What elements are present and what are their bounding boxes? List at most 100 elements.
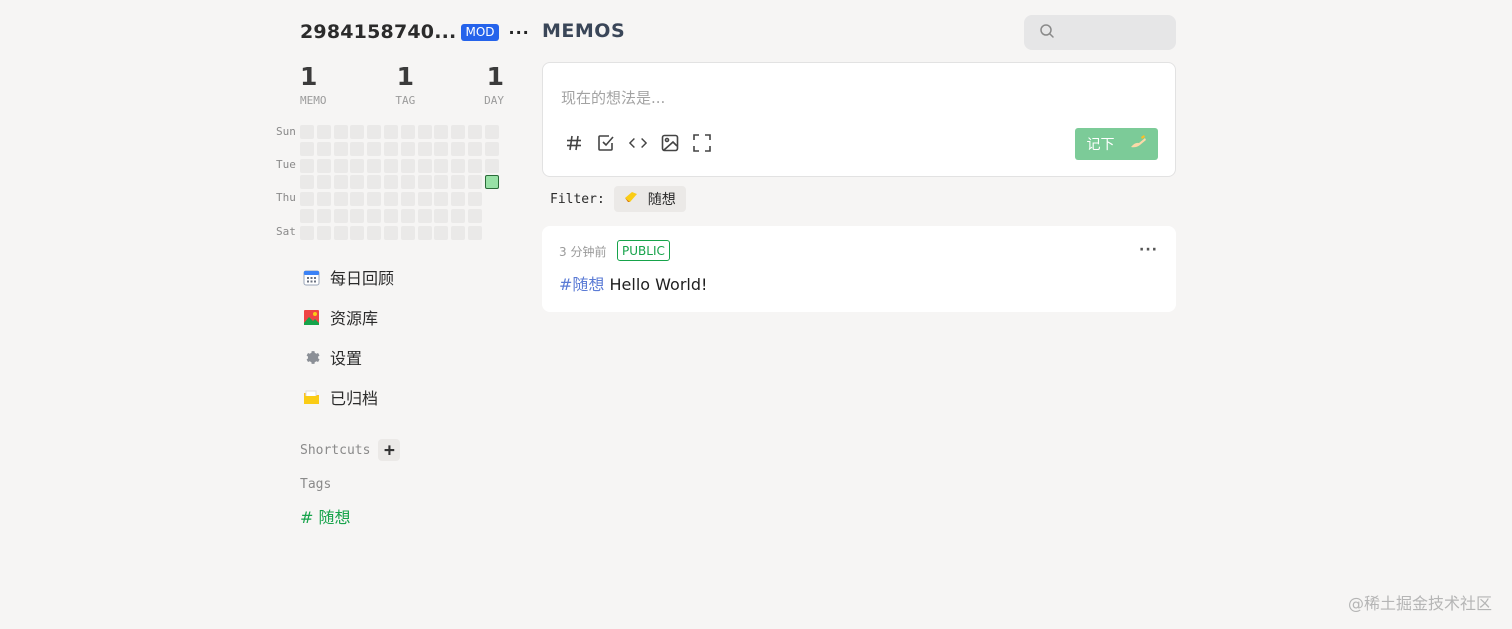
heatmap-cell [316, 141, 331, 156]
stat-value: 1 [396, 62, 415, 91]
heatmap-cell [451, 208, 466, 223]
heatmap-cell [383, 175, 398, 190]
heatmap-cell [485, 209, 499, 223]
heatmap-cell [300, 141, 314, 156]
filter-row: Filter: 随想 [550, 186, 686, 212]
picture-icon [302, 308, 320, 326]
heatmap-cell [367, 125, 382, 139]
heatmap-cell [434, 158, 449, 173]
heatmap-grid [300, 125, 499, 240]
heatmap-cell [400, 192, 415, 207]
heatmap-cell [467, 208, 482, 223]
nav-daily-review[interactable]: 每日回顾 [276, 257, 508, 297]
heatmap-cell [316, 208, 331, 223]
stat-label: MEMO [300, 94, 327, 107]
heatmap-cell [350, 225, 365, 240]
heatmap-cell [417, 208, 432, 223]
watermark: @稀土掘金技术社区 [1347, 594, 1492, 613]
sidebar-nav: 每日回顾 资源库 设置 已归档 [276, 257, 508, 417]
heatmap-cell [333, 125, 348, 139]
heatmap-cell [417, 225, 432, 240]
heatmap-cell [400, 225, 415, 240]
heatmap-cell [467, 192, 482, 207]
heatmap-cell [485, 226, 499, 240]
heatmap-cell [417, 175, 432, 190]
memo-timestamp: 3 分钟前 [559, 245, 607, 259]
search-input[interactable] [1063, 24, 1163, 41]
heatmap-cell [400, 175, 415, 190]
heatmap-cell [300, 192, 314, 207]
heatmap-cell [333, 192, 348, 207]
heatmap-cell [383, 158, 398, 173]
heatmap-cell [300, 158, 314, 173]
heatmap-cell [383, 225, 398, 240]
search-box[interactable] [1024, 15, 1176, 50]
username[interactable]: 2984158740... [300, 21, 456, 43]
heatmap-cell [350, 125, 365, 139]
heatmap-cell [383, 125, 398, 139]
stat-day: 1 DAY [484, 62, 504, 107]
heatmap-cell [434, 208, 449, 223]
checkbox-icon[interactable] [597, 134, 615, 152]
heatmap-cell [316, 158, 331, 173]
heatmap-cell [333, 208, 348, 223]
calendar-icon [302, 268, 320, 286]
filter-label: Filter: [550, 191, 605, 207]
heatmap-cell [383, 192, 398, 207]
nav-label: 设置 [330, 349, 363, 368]
heatmap-cell-active[interactable] [484, 175, 499, 190]
heatmap-cell [350, 158, 365, 173]
fullscreen-icon[interactable] [693, 134, 711, 152]
heatmap-cell [400, 208, 415, 223]
heatmap-cell [400, 141, 415, 156]
activity-heatmap: Sun Tue Thu Sat [276, 125, 508, 243]
nav-resources[interactable]: 资源库 [276, 297, 508, 337]
heatmap-cell [400, 125, 415, 139]
heatmap-cell [417, 125, 432, 139]
code-icon[interactable] [629, 134, 647, 152]
heatmap-cell [400, 158, 415, 173]
memo-editor[interactable]: 现在的想法是... 记下 [542, 62, 1176, 177]
memo-text: Hello World! [604, 275, 708, 294]
editor-input[interactable]: 现在的想法是... [561, 87, 665, 108]
heatmap-cell [434, 125, 449, 139]
stat-value: 1 [300, 62, 318, 91]
heatmap-cell [300, 125, 314, 139]
nav-label: 已归档 [330, 389, 379, 408]
stat-tag: 1 TAG [395, 62, 415, 107]
tag-icon [624, 191, 638, 207]
writing-hand-icon [1129, 134, 1147, 154]
page-title: MEMOS [542, 20, 626, 42]
folder-icon [302, 388, 320, 406]
heatmap-cell [350, 192, 365, 207]
heatmap-day-label: Sun [276, 125, 296, 138]
nav-settings[interactable]: 设置 [276, 337, 508, 377]
heatmap-day-label: Thu [276, 191, 296, 204]
heatmap-cell [333, 225, 348, 240]
heatmap-day-label: Tue [276, 158, 296, 171]
filter-chip[interactable]: 随想 [613, 186, 686, 212]
nav-archived[interactable]: 已归档 [276, 377, 508, 417]
hash-icon[interactable] [565, 134, 583, 152]
gear-icon [302, 348, 320, 366]
heatmap-cell [451, 125, 466, 139]
heatmap-cell [383, 141, 398, 156]
image-icon[interactable] [661, 134, 679, 152]
heatmap-cell [484, 158, 499, 173]
memo-menu-button[interactable]: ··· [1139, 242, 1158, 258]
submit-memo-button[interactable]: 记下 [1075, 128, 1158, 160]
user-menu-button[interactable]: ··· [509, 23, 530, 42]
role-badge: MOD [461, 23, 499, 41]
memo-tag-link[interactable]: #随想 [559, 275, 604, 294]
heatmap-cell [484, 141, 499, 156]
heatmap-cell [333, 158, 348, 173]
nav-label: 资源库 [330, 309, 379, 328]
nav-label: 每日回顾 [330, 269, 395, 288]
add-shortcut-button[interactable]: + [378, 439, 401, 461]
heatmap-day-label: Sat [276, 225, 296, 238]
tags-title: Tags [300, 477, 332, 492]
filter-chip-label: 随想 [647, 192, 676, 208]
heatmap-cell [350, 141, 365, 156]
tag-item[interactable]: # 随想 [276, 504, 508, 528]
memo-content: #随想 Hello World! [559, 271, 707, 295]
